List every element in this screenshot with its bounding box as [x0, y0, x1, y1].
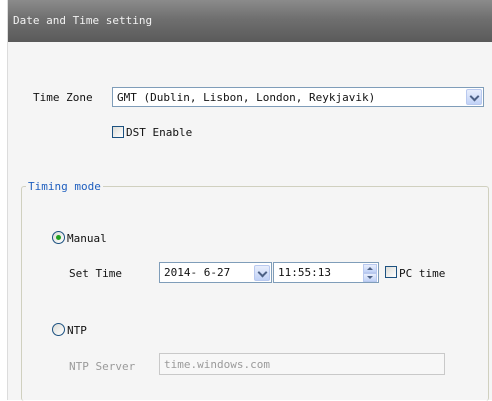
radio-selected-dot — [56, 235, 61, 240]
panel-header: Date and Time setting — [8, 0, 492, 42]
date-select[interactable]: 2014- 6-27 — [159, 262, 272, 283]
spin-down-button[interactable] — [363, 273, 377, 282]
date-dropdown-button[interactable] — [254, 265, 270, 281]
pc-time-label: PC time — [399, 267, 446, 280]
settings-panel: Date and Time setting Time Zone GMT (Dub… — [7, 0, 492, 401]
ntp-server-value: time.windows.com — [164, 358, 270, 371]
dst-enable-label: DST Enable — [126, 126, 193, 139]
time-value: 11:55:13 — [278, 266, 331, 279]
time-spinner[interactable]: 11:55:13 — [273, 262, 379, 283]
panel-title: Date and Time setting — [13, 14, 153, 27]
ntp-label: NTP — [67, 324, 87, 337]
date-value: 2014- 6-27 — [164, 266, 231, 279]
ntp-radio[interactable] — [52, 323, 65, 336]
pc-time-checkbox[interactable] — [385, 266, 397, 278]
arrow-down-icon — [367, 276, 373, 279]
manual-radio[interactable] — [52, 231, 65, 244]
time-zone-value: GMT (Dublin, Lisbon, London, Reykjavik) — [117, 91, 376, 104]
spin-up-button[interactable] — [363, 264, 377, 273]
set-time-label: Set Time — [69, 267, 122, 280]
arrow-up-icon — [367, 267, 373, 270]
manual-label: Manual — [67, 232, 107, 245]
time-spin-buttons[interactable] — [363, 264, 377, 282]
ntp-server-input[interactable]: time.windows.com — [159, 353, 445, 375]
time-zone-select[interactable]: GMT (Dublin, Lisbon, London, Reykjavik) — [112, 87, 484, 107]
chevron-down-icon — [257, 267, 268, 278]
ntp-server-label: NTP Server — [69, 360, 136, 373]
dst-enable-checkbox[interactable] — [112, 126, 124, 138]
timing-mode-legend: Timing mode — [26, 180, 103, 193]
time-zone-dropdown-button[interactable] — [466, 89, 482, 105]
time-zone-label: Time Zone — [33, 91, 93, 104]
chevron-down-icon — [469, 91, 480, 102]
